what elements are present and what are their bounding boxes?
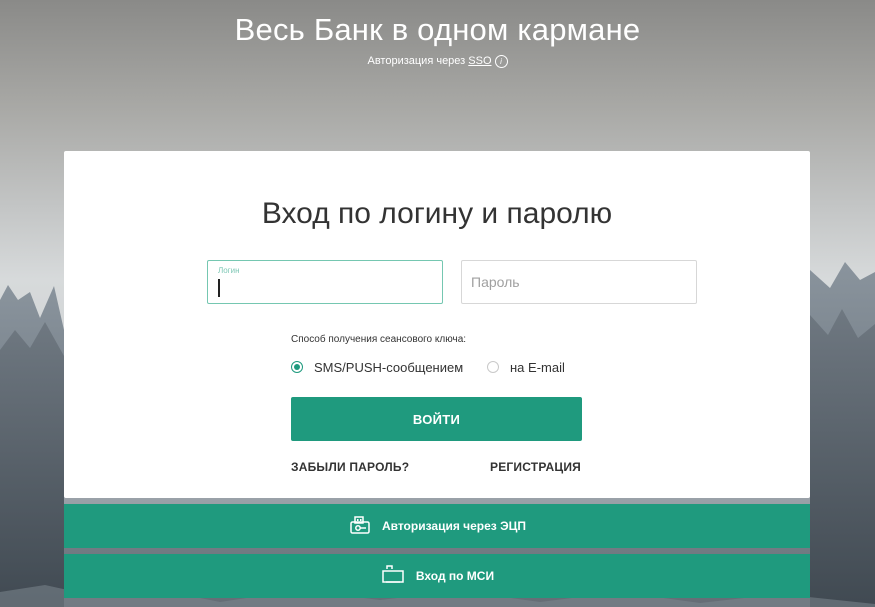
- sms-push-label: SMS/PUSH-сообщением: [314, 359, 464, 375]
- smart-card-icon: [380, 564, 406, 589]
- sso-line: Авторизация через SSO i: [0, 54, 875, 68]
- ecp-login-label: Авторизация через ЭЦП: [381, 519, 527, 533]
- email-radio-option[interactable]: на E-mail: [487, 358, 565, 376]
- session-key-method-label: Способ получения сеансового ключа:: [291, 334, 467, 345]
- ecp-login-button[interactable]: Авторизация через ЭЦП: [64, 504, 810, 548]
- login-button[interactable]: ВОЙТИ: [291, 397, 582, 441]
- login-title: Вход по логину и паролю: [261, 197, 613, 230]
- login-card: Вход по логину и паролю Логин Способ пол…: [64, 151, 810, 498]
- password-input[interactable]: [462, 261, 696, 303]
- msi-login-label: Вход по МСИ: [415, 569, 495, 583]
- msi-login-button[interactable]: Вход по МСИ: [64, 554, 810, 598]
- page-header: Весь Банк в одном кармане Авторизация че…: [0, 10, 875, 68]
- login-field[interactable]: Логин: [207, 260, 443, 304]
- sms-push-radio-option[interactable]: SMS/PUSH-сообщением: [291, 358, 463, 376]
- info-icon[interactable]: i: [494, 54, 508, 68]
- sso-prefix: Авторизация через: [367, 55, 469, 67]
- email-label: на E-mail: [510, 359, 565, 375]
- radio-checked-icon[interactable]: [291, 361, 303, 373]
- usb-token-icon: [348, 513, 372, 540]
- radio-unchecked-icon[interactable]: [487, 361, 499, 373]
- sso-link[interactable]: SSO: [468, 55, 491, 67]
- login-input[interactable]: [208, 261, 442, 303]
- forgot-password-link[interactable]: ЗАБЫЛИ ПАРОЛЬ?: [291, 460, 409, 474]
- password-field[interactable]: [461, 260, 697, 304]
- registration-link[interactable]: РЕГИСТРАЦИЯ: [490, 460, 581, 474]
- hero-title: Весь Банк в одном кармане: [234, 12, 641, 47]
